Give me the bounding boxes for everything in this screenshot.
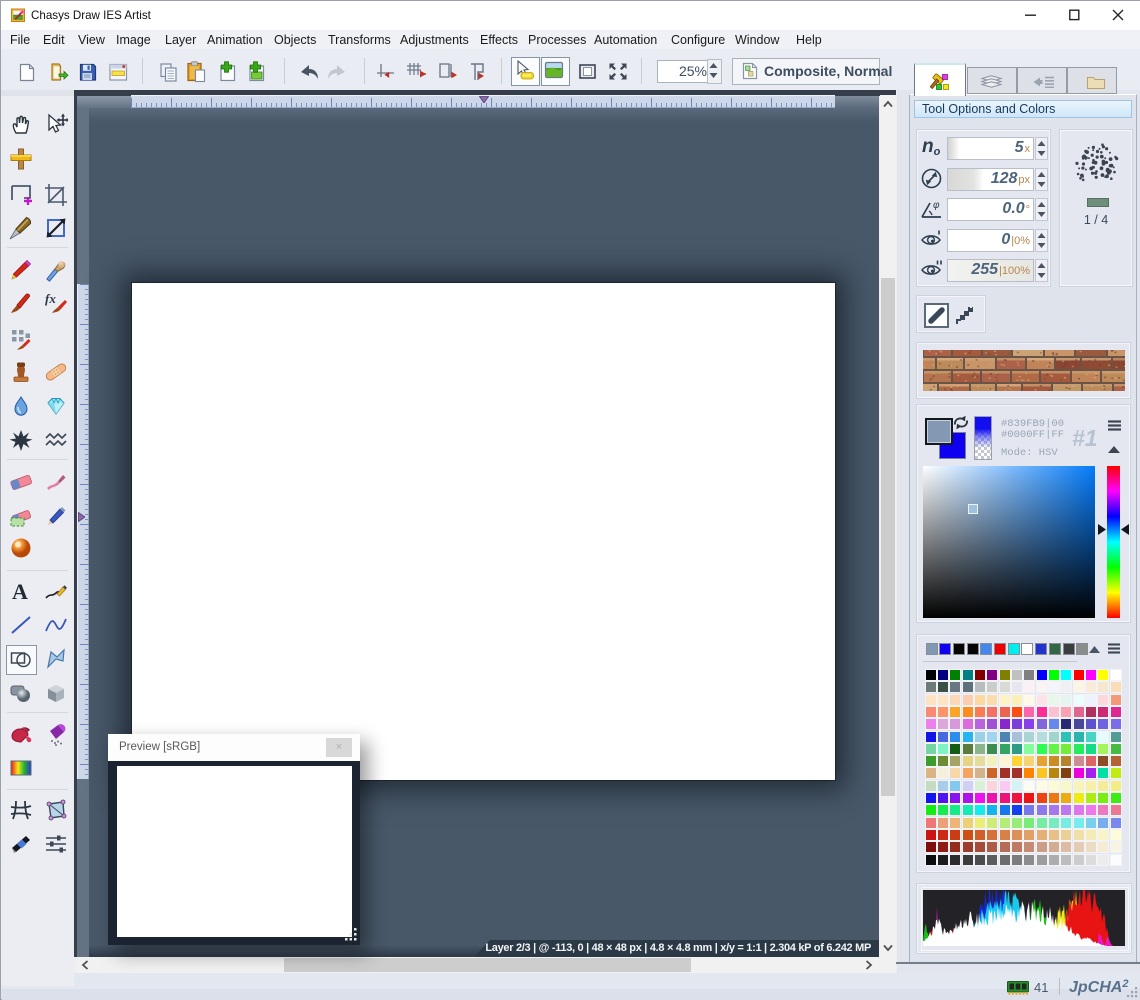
svg-text:A: A xyxy=(12,580,28,604)
svg-text:fx: fx xyxy=(45,291,56,306)
svg-text:φ: φ xyxy=(933,200,940,211)
